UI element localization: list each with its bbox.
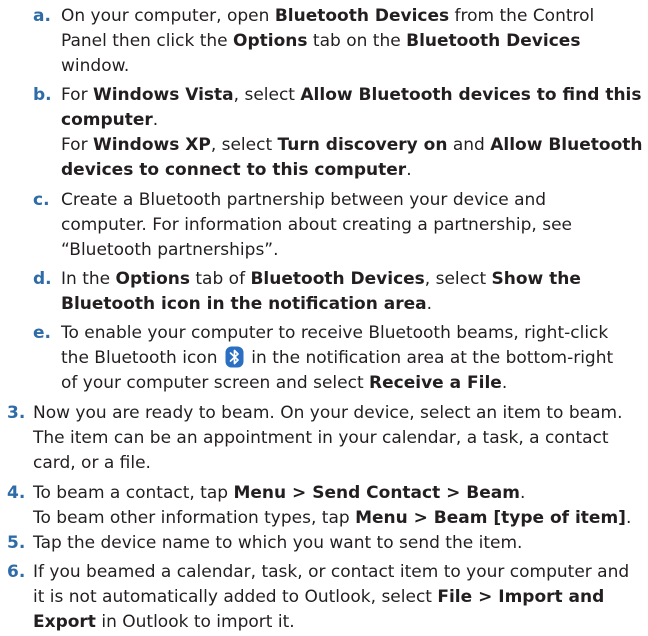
- step-d-line-2: Bluetooth icon in the notification area.: [61, 294, 432, 314]
- step-3-line-2: The item can be an appointment in your c…: [33, 428, 609, 448]
- step-c-line-3: “Bluetooth partnerships”.: [61, 240, 279, 260]
- step-label-d: d.: [33, 269, 52, 289]
- step-label-c: c.: [33, 190, 50, 210]
- step-e-text: To enable your computer to receive Bluet…: [61, 321, 613, 396]
- step-b-line-4: devices to connect to this computer.: [61, 160, 412, 180]
- step-a-line-3: window.: [61, 56, 130, 76]
- step-label-e: e.: [33, 323, 51, 343]
- step-b-line-2: computer.: [61, 110, 159, 130]
- bluetooth-icon: [225, 346, 244, 368]
- step-5-line-1: Tap the device name to which you want to…: [33, 533, 523, 553]
- step-b-line-3: For Windows XP, select Turn discovery on…: [61, 135, 643, 155]
- step-a-line-1: On your computer, open Bluetooth Devices…: [61, 6, 595, 26]
- step-c-line-2: computer. For information about creating…: [61, 215, 573, 235]
- step-label-6: 6.: [7, 562, 26, 582]
- step-label-5: 5.: [7, 533, 26, 553]
- step-label-4: 4.: [7, 483, 26, 503]
- step-b-text: For Windows Vista, select Allow Bluetoot…: [61, 83, 642, 183]
- step-d-line-1: In the Options tab of Bluetooth Devices,…: [61, 269, 581, 289]
- step-4-line-1: To beam a contact, tap Menu > Send Conta…: [33, 483, 526, 503]
- step-c-text: Create a Bluetooth partnership between y…: [61, 188, 572, 263]
- step-e-line-1: To enable your computer to receive Bluet…: [61, 323, 609, 343]
- step-3-line-3: card, or a file.: [33, 453, 151, 473]
- step-label-3: 3.: [7, 403, 26, 423]
- step-label-a: a.: [33, 6, 51, 26]
- step-label-b: b.: [33, 85, 52, 105]
- step-a-line-2: Panel then click the Options tab on the …: [61, 31, 581, 51]
- step-5-text: Tap the device name to which you want to…: [33, 531, 522, 556]
- step-4-line-2: To beam other information types, tap Men…: [33, 508, 632, 528]
- step-a-text: On your computer, open Bluetooth Devices…: [61, 4, 594, 79]
- step-b-line-1: For Windows Vista, select Allow Bluetoot…: [61, 85, 642, 105]
- step-3-line-1: Now you are ready to beam. On your devic…: [33, 403, 623, 423]
- step-6-text: If you beamed a calendar, task, or conta…: [33, 560, 629, 635]
- step-6-line-3: Export in Outlook to import it.: [33, 612, 295, 632]
- step-d-text: In the Options tab of Bluetooth Devices,…: [61, 267, 581, 317]
- step-6-line-1: If you beamed a calendar, task, or conta…: [33, 562, 630, 582]
- step-4-text: To beam a contact, tap Menu > Send Conta…: [33, 481, 631, 531]
- step-e-line-3: of your computer screen and select Recei…: [61, 373, 508, 393]
- step-c-line-1: Create a Bluetooth partnership between y…: [61, 190, 547, 210]
- step-6-line-2: it is not automatically added to Outlook…: [33, 587, 605, 607]
- step-e-line-2: the Bluetooth icon in the notification a…: [61, 346, 614, 368]
- step-3-text: Now you are ready to beam. On your devic…: [33, 401, 622, 476]
